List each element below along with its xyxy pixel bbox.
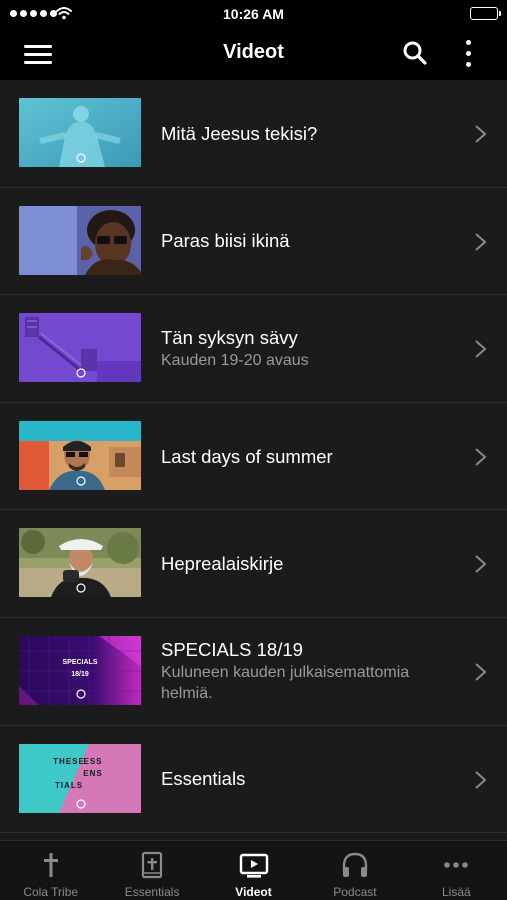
video-thumbnail [19, 98, 141, 167]
list-item[interactable]: Mitä Jeesus tekisi? [0, 80, 507, 188]
list-item[interactable]: SPECIALS 18/19 SPECIALS 18/19 Kuluneen k… [0, 618, 507, 726]
essentials-thumb-text-1: THESE [53, 757, 85, 766]
tv-play-icon [239, 853, 268, 878]
video-title: Last days of summer [161, 445, 333, 467]
headphones-icon [342, 852, 368, 877]
status-bar: 10:26 AM [0, 0, 507, 28]
tab-videot[interactable]: Videot [203, 841, 304, 900]
more-options-icon[interactable] [458, 39, 478, 69]
video-thumbnail: SPECIALS 18/19 [19, 635, 141, 705]
tab-label: Videot [235, 885, 272, 899]
chevron-right-icon [475, 125, 487, 143]
more-dots-icon [444, 862, 469, 868]
list-item[interactable]: Tän syksyn sävy Kauden 19-20 avaus [0, 295, 507, 403]
search-icon[interactable] [402, 40, 428, 66]
video-thumbnail [19, 528, 141, 598]
tab-lisaa[interactable]: Lisää [406, 841, 507, 900]
video-thumbnail: THESE TIALS ESS ENS [19, 743, 141, 813]
video-title: SPECIALS 18/19 [161, 639, 303, 661]
specials-thumb-text: SPECIALS [62, 659, 97, 666]
tab-label: Lisää [441, 885, 471, 899]
list-item[interactable]: Last days of summer [0, 403, 507, 511]
video-subtitle: Kuluneen kauden julkaisemattomia helmiä. [161, 664, 410, 703]
video-thumbnail [19, 420, 141, 490]
tab-bar: Cola Tribe Essentials Videot Podcast Lis… [0, 840, 507, 900]
video-list: Mitä Jeesus tekisi? Paras biisi ikinä Tä… [0, 80, 507, 840]
video-title: Mitä Jeesus tekisi? [161, 122, 318, 144]
status-time: 10:26 AM [223, 6, 284, 22]
list-item[interactable]: THESE TIALS ESS ENS Essentials [0, 726, 507, 834]
tab-label: Essentials [124, 885, 180, 899]
cross-icon [43, 853, 58, 877]
specials-thumb-year: 18/19 [71, 671, 89, 678]
chevron-right-icon [475, 555, 487, 574]
tab-essentials[interactable]: Essentials [101, 841, 202, 900]
essentials-thumb-text-2: TIALS [55, 781, 83, 790]
video-title: Paras biisi ikinä [161, 230, 290, 252]
battery-icon [470, 7, 501, 20]
chevron-right-icon [475, 663, 487, 681]
video-subtitle: Kauden 19-20 avaus [161, 351, 309, 369]
video-thumbnail [19, 313, 141, 383]
page-title: Videot [223, 41, 284, 63]
chevron-right-icon [475, 770, 487, 789]
video-title: Heprealaiskirje [161, 553, 284, 575]
essentials-thumb-text-4: ENS [83, 769, 102, 778]
navigation-bar: Videot [0, 28, 507, 80]
tab-cola-tribe[interactable]: Cola Tribe [0, 841, 101, 900]
video-thumbnail [19, 205, 141, 275]
bible-icon [142, 851, 163, 879]
chevron-right-icon [475, 448, 487, 466]
chevron-right-icon [475, 340, 487, 358]
list-item[interactable]: Paras biisi ikinä [0, 188, 507, 296]
list-item[interactable]: Heprealaiskirje [0, 510, 507, 618]
tab-label: Cola Tribe [23, 885, 79, 899]
tab-podcast[interactable]: Podcast [304, 841, 405, 900]
video-title: Tän syksyn sävy [161, 326, 298, 348]
video-title: Essentials [161, 768, 246, 790]
chevron-right-icon [475, 232, 487, 251]
tab-label: Podcast [333, 885, 377, 899]
essentials-thumb-text-3: ESS [83, 757, 102, 766]
